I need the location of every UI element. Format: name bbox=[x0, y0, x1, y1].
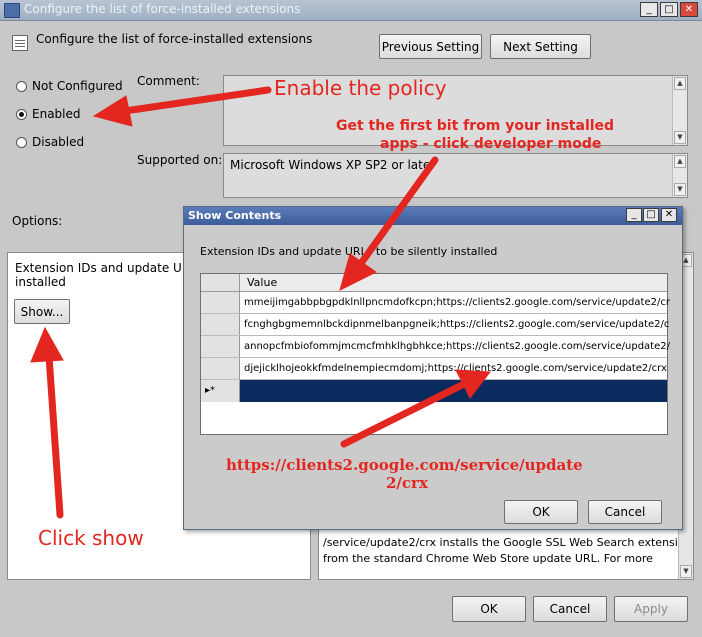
arrow-first-bit-head bbox=[339, 253, 377, 291]
arrow-show bbox=[45, 352, 64, 519]
arrow-show-head bbox=[30, 326, 64, 363]
arrow-enable-head bbox=[92, 95, 133, 127]
arrow-enable bbox=[114, 86, 272, 116]
annotation-first-bit-1: Get the first bit from your installed bbox=[336, 118, 615, 134]
annotation-enable: Enable the policy bbox=[274, 76, 447, 100]
annotation-first-bit-2: apps - click developer mode bbox=[380, 136, 602, 152]
arrow-first-bit bbox=[358, 156, 439, 266]
arrow-url bbox=[340, 381, 466, 448]
annotation-url-1: https://clients2.google.com/service/upda… bbox=[226, 456, 583, 474]
annotation-click-show: Click show bbox=[38, 526, 144, 550]
annotation-url-2: 2/crx bbox=[386, 474, 428, 492]
